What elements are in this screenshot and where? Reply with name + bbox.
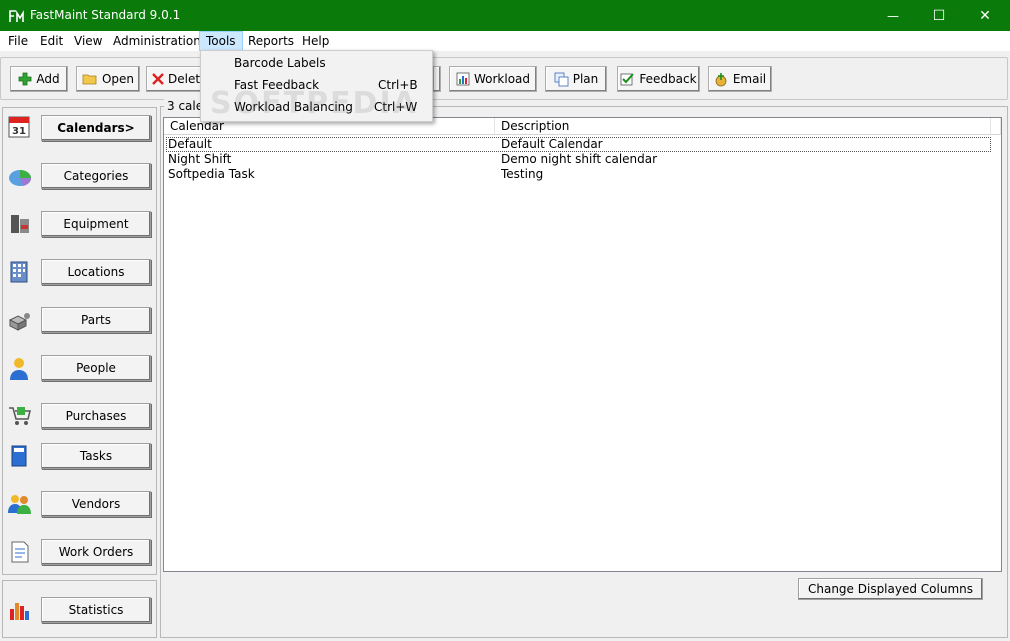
- hidden-toolbar-button[interactable]: [433, 66, 441, 92]
- sidebar-item-people[interactable]: People: [41, 355, 151, 381]
- building-icon: [10, 261, 28, 283]
- tasks-book-icon: [11, 445, 27, 467]
- plan-button[interactable]: Plan: [545, 66, 607, 92]
- add-label: Add: [36, 72, 60, 86]
- sidebar-item-categories[interactable]: Categories: [41, 163, 151, 189]
- minimize-icon: —: [887, 8, 899, 23]
- add-button[interactable]: Add: [10, 66, 68, 92]
- shopping-cart-icon: [9, 407, 31, 425]
- menu-view[interactable]: View: [68, 31, 108, 51]
- column-header-filler: [991, 118, 1001, 135]
- calendar-icon: 31: [8, 116, 30, 138]
- plus-icon: [18, 72, 32, 86]
- menu-reports[interactable]: Reports: [242, 31, 300, 51]
- menu-administration[interactable]: Administration: [107, 31, 207, 51]
- row-description-cell: Testing: [501, 167, 544, 181]
- equipment-icon: [11, 215, 29, 233]
- table-row[interactable]: [164, 167, 1000, 182]
- maximize-button[interactable]: ☐: [916, 0, 962, 31]
- plan-label: Plan: [572, 72, 599, 86]
- sidebar-item-vendors[interactable]: Vendors: [41, 491, 151, 517]
- person-icon: [10, 358, 28, 380]
- checkmark-icon: [621, 73, 635, 86]
- workload-button[interactable]: Workload: [449, 66, 537, 92]
- close-icon: ✕: [979, 7, 991, 24]
- row-description-cell: Default Calendar: [501, 137, 603, 151]
- sidebar-item-purchases[interactable]: Purchases: [41, 403, 151, 429]
- window-title: FastMaint Standard 9.0.1: [30, 8, 181, 22]
- plan-icon: [554, 72, 569, 86]
- watermark: SOFTPEDIA: [210, 86, 418, 121]
- email-button[interactable]: Email: [708, 66, 772, 92]
- delete-label: Delete: [168, 72, 201, 86]
- statistics-bar-chart-icon: [10, 603, 29, 620]
- barcode-labels-label: Barcode Labels: [234, 56, 326, 70]
- calendar-list[interactable]: [163, 117, 1002, 572]
- minimize-button[interactable]: —: [870, 0, 916, 31]
- feedback-label: Feedback: [639, 72, 697, 86]
- delete-button[interactable]: Delete: [146, 66, 202, 92]
- sidebar-item-equipment[interactable]: Equipment: [41, 211, 151, 237]
- folder-icon: [82, 74, 97, 85]
- sidebar-item-work-orders[interactable]: Work Orders: [41, 539, 151, 565]
- row-calendar-cell: Softpedia Task: [168, 167, 255, 181]
- parts-icon: [8, 313, 30, 331]
- app-logo-icon: [8, 7, 26, 24]
- maximize-icon: ☐: [932, 7, 946, 24]
- open-button[interactable]: Open: [76, 66, 140, 92]
- workload-label: Workload: [473, 72, 531, 86]
- column-header-description[interactable]: Description: [495, 118, 991, 135]
- open-label: Open: [101, 72, 135, 86]
- close-button[interactable]: ✕: [962, 0, 1008, 31]
- email-icon: [715, 72, 727, 86]
- menu-help[interactable]: Help: [296, 31, 335, 51]
- work-orders-document-icon: [11, 541, 29, 563]
- vendors-people-icon: [8, 495, 31, 514]
- sidebar-item-calendars[interactable]: Calendars>: [41, 115, 151, 141]
- sidebar-item-locations[interactable]: Locations: [41, 259, 151, 285]
- email-label: Email: [732, 72, 767, 86]
- row-calendar-cell: Default: [168, 137, 212, 151]
- menu-file[interactable]: File: [2, 31, 34, 51]
- categories-pie-icon: [9, 170, 32, 186]
- menu-tools[interactable]: Tools: [199, 31, 243, 51]
- row-calendar-cell: Night Shift: [168, 152, 232, 166]
- sidebar-item-parts[interactable]: Parts: [41, 307, 151, 333]
- row-description-cell: Demo night shift calendar: [501, 152, 658, 166]
- delete-x-icon: [152, 73, 164, 85]
- feedback-button[interactable]: Feedback: [617, 66, 700, 92]
- statistics-button[interactable]: Statistics: [41, 597, 151, 623]
- change-displayed-columns-button[interactable]: Change Displayed Columns: [798, 578, 983, 600]
- svg-text:31: 31: [12, 126, 26, 137]
- sidebar-item-tasks[interactable]: Tasks: [41, 443, 151, 469]
- menu-edit[interactable]: Edit: [34, 31, 69, 51]
- chart-icon: [456, 72, 470, 86]
